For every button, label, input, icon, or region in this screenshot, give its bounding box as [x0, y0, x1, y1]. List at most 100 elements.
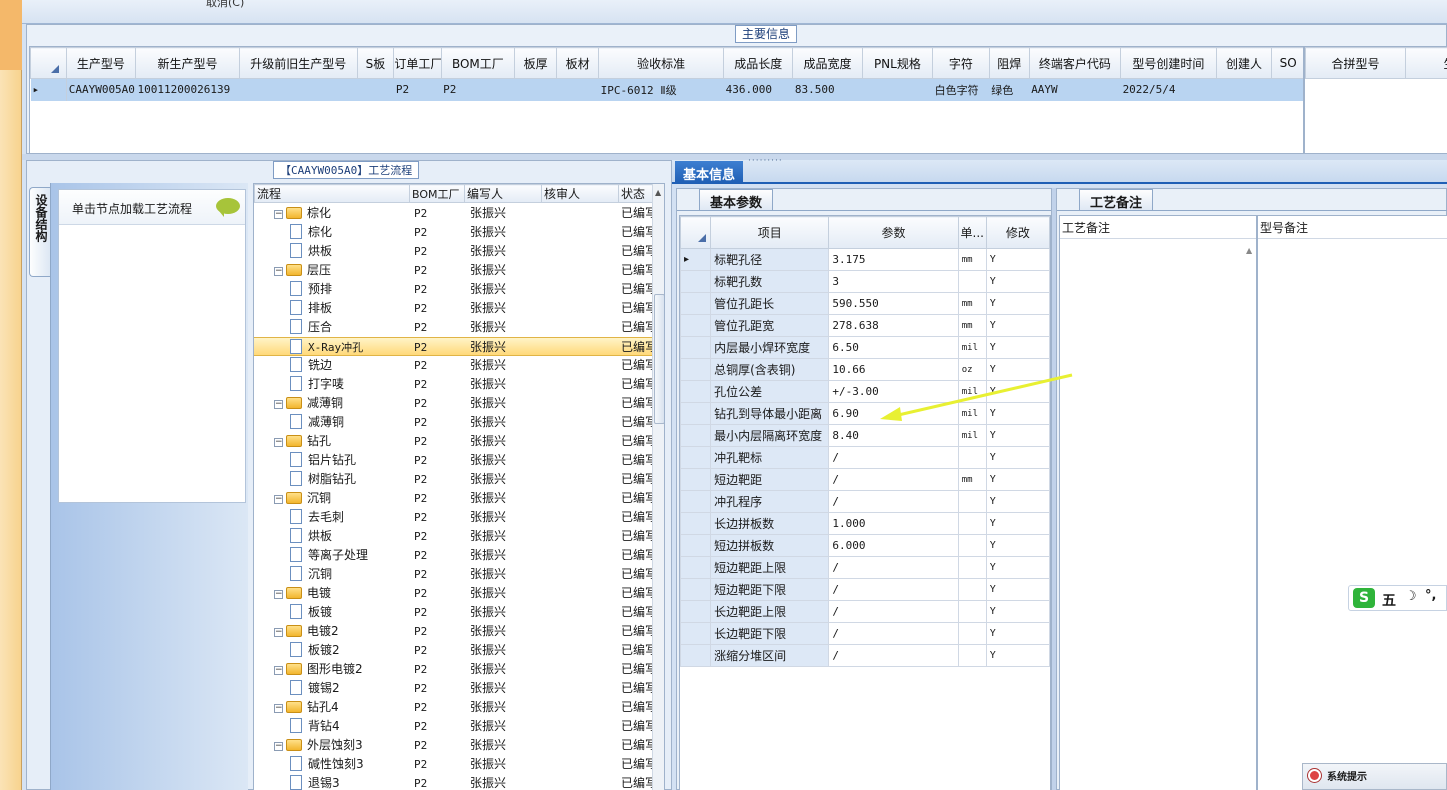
param-value[interactable]: 3.175	[828, 248, 959, 271]
collapse-icon[interactable]: −	[274, 590, 283, 599]
tree-row[interactable]: −层压P2张振兴已编写	[254, 261, 652, 280]
collapse-icon[interactable]: −	[274, 495, 283, 504]
cell[interactable]	[862, 78, 933, 101]
ime-punct-icon[interactable]: °,	[1425, 588, 1436, 603]
param-unit[interactable]: mil	[957, 336, 987, 359]
tree-row[interactable]: 沉铜P2张振兴已编写	[254, 565, 652, 584]
col-header[interactable]: 终端客户代码	[1028, 47, 1122, 79]
cell[interactable]	[514, 78, 557, 101]
col-item[interactable]: 项目	[710, 216, 830, 249]
param-mod[interactable]: Y	[985, 556, 1050, 579]
model-note-box[interactable]: 型号备注	[1257, 215, 1447, 790]
param-unit[interactable]: mm	[957, 314, 987, 337]
param-mod[interactable]: Y	[985, 644, 1050, 667]
param-row[interactable]: 长边靶距下限 / Y	[680, 622, 1050, 645]
col-header[interactable]: 成品长度	[723, 47, 794, 79]
tree-row[interactable]: 碱性蚀刻3P2张振兴已编写	[254, 755, 652, 774]
col-header[interactable]: 阻焊	[988, 47, 1030, 79]
tree-row[interactable]: 烘板P2张振兴已编写	[254, 242, 652, 261]
tree-row[interactable]: 烘板P2张振兴已编写	[254, 527, 652, 546]
param-unit[interactable]	[957, 622, 987, 645]
left-edge-tab[interactable]	[0, 0, 22, 70]
subtab-basic-params[interactable]: 基本参数	[699, 189, 774, 211]
cell[interactable]: CAAYW005A0	[66, 78, 136, 101]
param-value[interactable]: 8.40	[828, 424, 959, 447]
col-header[interactable]: 字符	[932, 47, 990, 79]
param-mod[interactable]: Y	[985, 270, 1050, 293]
param-mod[interactable]: Y	[985, 336, 1050, 359]
param-unit[interactable]	[957, 512, 987, 535]
tree-row[interactable]: 背钻4P2张振兴已编写	[254, 717, 652, 736]
collapse-icon[interactable]: −	[274, 210, 283, 219]
param-value[interactable]: 6.000	[828, 534, 959, 557]
collapse-icon[interactable]: −	[274, 400, 283, 409]
param-row[interactable]: 最小内层隔离环宽度 8.40 mil Y	[680, 424, 1050, 447]
collapse-icon[interactable]: −	[274, 628, 283, 637]
param-value[interactable]: /	[828, 578, 959, 601]
param-mod[interactable]: Y	[985, 248, 1050, 271]
param-unit[interactable]	[957, 270, 987, 293]
tree-row[interactable]: 等离子处理P2张振兴已编写	[254, 546, 652, 565]
scroll-thumb[interactable]	[654, 294, 664, 424]
system-tip-window[interactable]: 系统提示	[1302, 763, 1447, 790]
collapse-icon[interactable]: −	[274, 742, 283, 751]
param-unit[interactable]: mm	[957, 248, 987, 271]
param-unit[interactable]: mm	[957, 468, 987, 491]
param-unit[interactable]: mil	[957, 424, 987, 447]
col-production[interactable]: 生产	[1405, 47, 1447, 79]
param-value[interactable]: 3	[828, 270, 959, 293]
tree-row[interactable]: −沉铜P2张振兴已编写	[254, 489, 652, 508]
param-value[interactable]: /	[828, 644, 959, 667]
param-unit[interactable]: mm	[957, 292, 987, 315]
param-row[interactable]: 短边拼板数 6.000 Y	[680, 534, 1050, 557]
param-mod[interactable]: Y	[985, 424, 1050, 447]
col-header[interactable]: 创建人	[1215, 47, 1273, 79]
col-bom-factory[interactable]: BOM工厂	[409, 184, 465, 203]
collapse-icon[interactable]: −	[274, 704, 283, 713]
col-header[interactable]: 成品宽度	[792, 47, 863, 79]
tree-row[interactable]: 去毛刺P2张振兴已编写	[254, 508, 652, 527]
tree-row[interactable]: 铝片钻孔P2张振兴已编写	[254, 451, 652, 470]
param-value[interactable]: /	[828, 556, 959, 579]
param-row[interactable]: 长边靶距上限 / Y	[680, 600, 1050, 623]
param-mod[interactable]: Y	[985, 534, 1050, 557]
col-merged-model[interactable]: 合拼型号	[1305, 47, 1406, 79]
col-header[interactable]: SO	[1271, 47, 1303, 79]
param-row[interactable]: 冲孔靶标 / Y	[680, 446, 1050, 469]
tree-row[interactable]: −减薄铜P2张振兴已编写	[254, 394, 652, 413]
param-mod[interactable]: Y	[985, 446, 1050, 469]
cell[interactable]	[1216, 78, 1272, 101]
collapse-icon[interactable]: −	[274, 267, 283, 276]
param-unit[interactable]	[957, 446, 987, 469]
param-mod[interactable]: Y	[985, 600, 1050, 623]
cancel-menu-item[interactable]: 取消(C)	[206, 0, 244, 10]
col-header[interactable]: 板厚	[514, 47, 558, 79]
param-value[interactable]: /	[828, 446, 959, 469]
param-value[interactable]: 6.50	[828, 336, 959, 359]
param-unit[interactable]	[957, 490, 987, 513]
param-value[interactable]: /	[828, 490, 959, 513]
cell[interactable]	[1271, 78, 1303, 101]
cell[interactable]: 2022/5/4	[1120, 78, 1217, 101]
tree-row[interactable]: 板镀P2张振兴已编写	[254, 603, 652, 622]
param-row[interactable]: 短边靶距下限 / Y	[680, 578, 1050, 601]
param-row[interactable]: 冲孔程序 / Y	[680, 490, 1050, 513]
col-unit[interactable]: 单...	[957, 216, 987, 249]
param-row[interactable]: 长边拼板数 1.000 Y	[680, 512, 1050, 535]
tree-scrollbar[interactable]: ▲	[652, 184, 664, 790]
param-mod[interactable]: Y	[985, 622, 1050, 645]
cell[interactable]: AAYW	[1029, 78, 1121, 101]
col-header[interactable]: 型号创建时间	[1120, 47, 1217, 79]
tree-row[interactable]: 退锡3P2张振兴已编写	[254, 774, 652, 790]
tree-row[interactable]: −棕化P2张振兴已编写	[254, 204, 652, 223]
col-modify[interactable]: 修改	[985, 216, 1050, 249]
col-reviewer[interactable]: 核审人	[541, 184, 619, 203]
tree-row[interactable]: 压合P2张振兴已编写	[254, 318, 652, 337]
col-header[interactable]: 订单工厂	[393, 47, 442, 79]
subtab-process-notes[interactable]: 工艺备注	[1079, 189, 1154, 211]
param-value[interactable]: 1.000	[828, 512, 959, 535]
tree-row[interactable]: 预排P2张振兴已编写	[254, 280, 652, 299]
cell[interactable]: 83.500	[792, 78, 863, 101]
param-unit[interactable]	[957, 600, 987, 623]
param-value[interactable]: /	[828, 622, 959, 645]
